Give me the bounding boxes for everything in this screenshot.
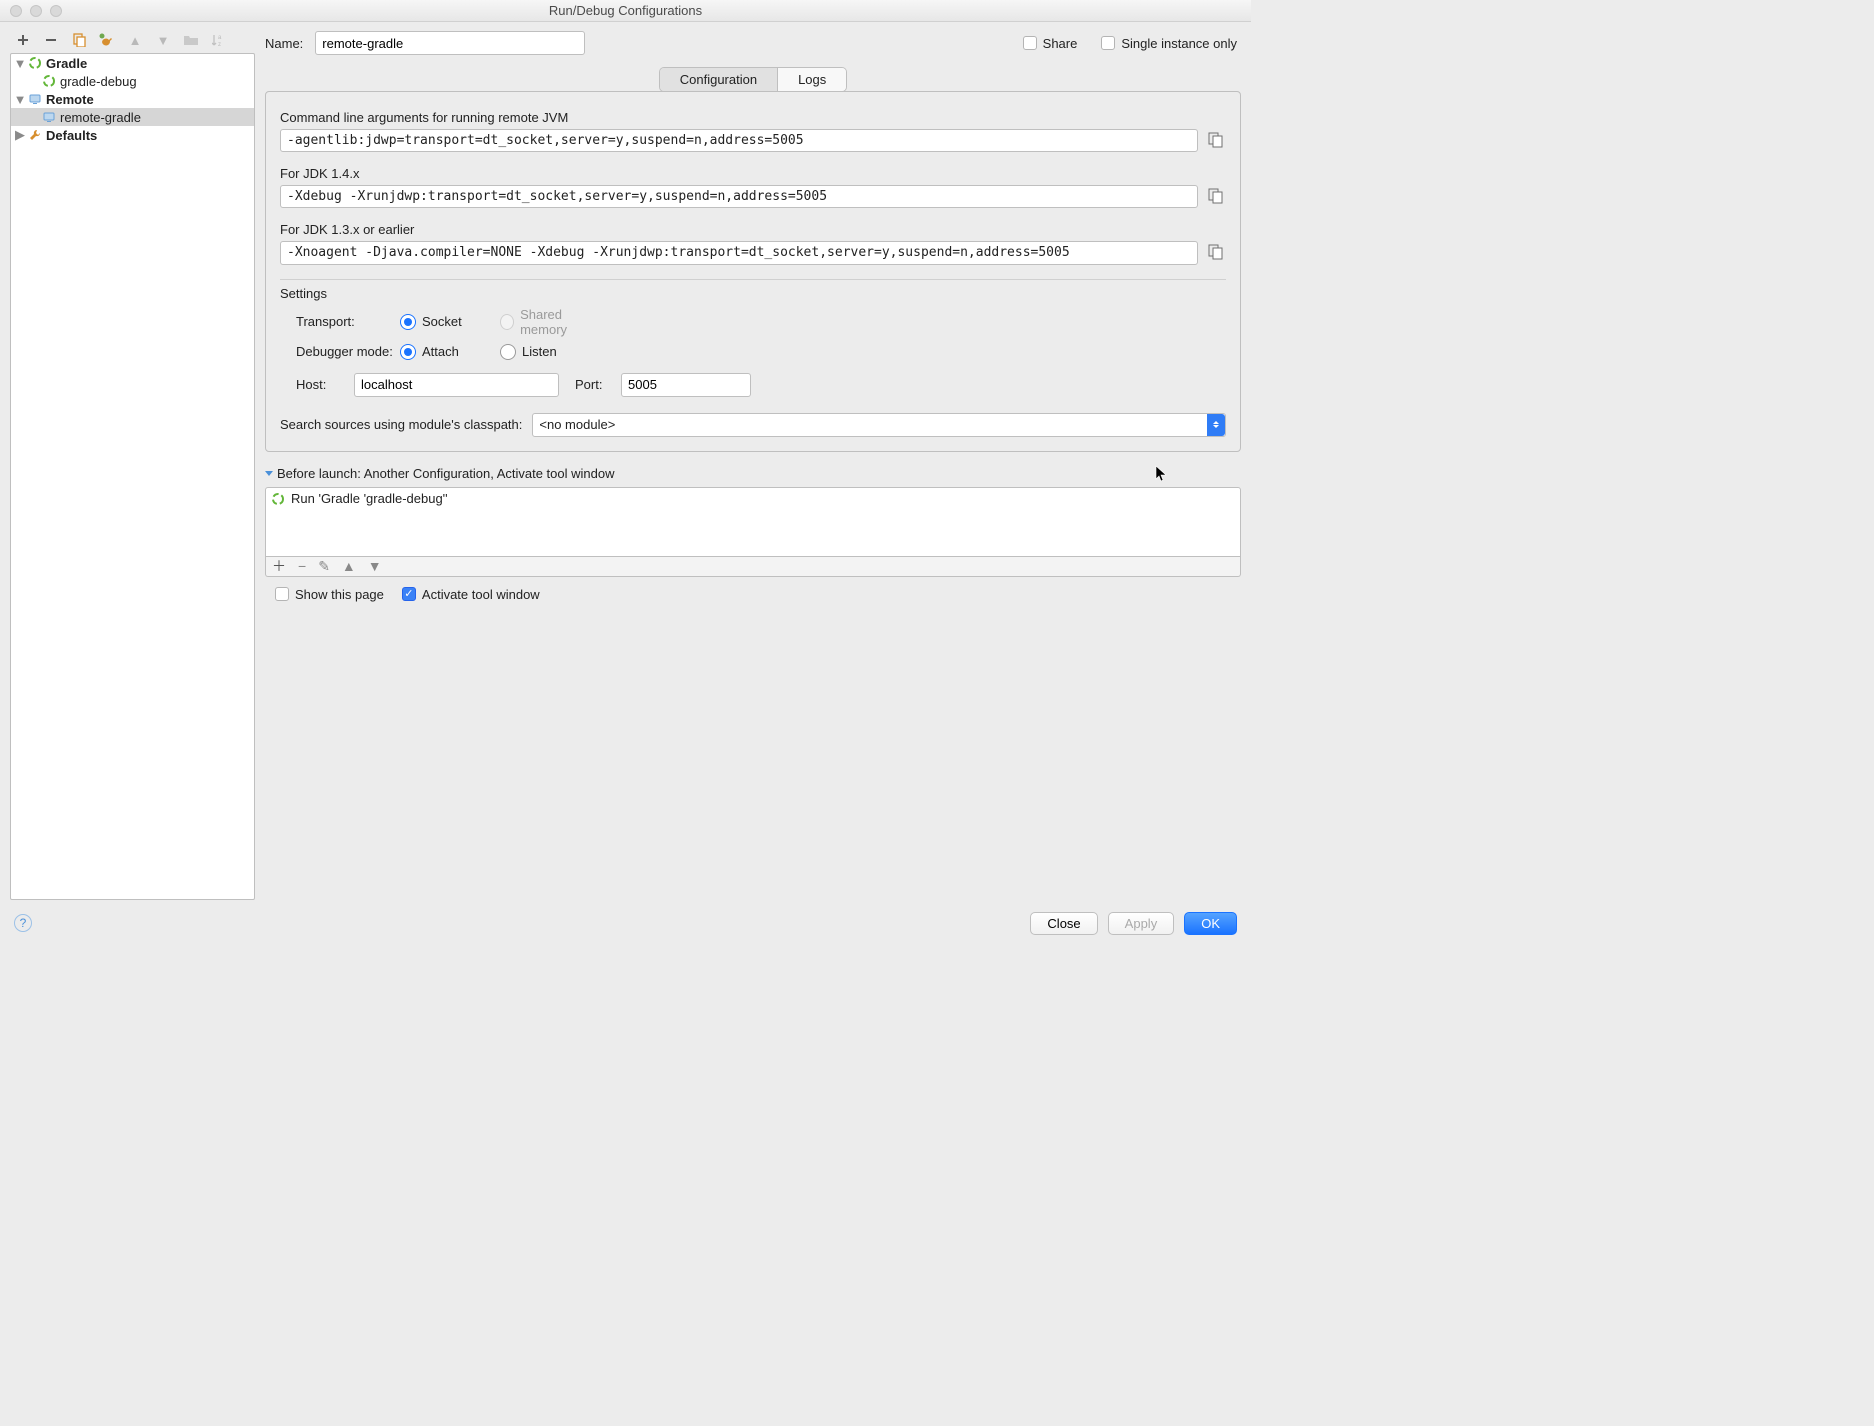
debugger-attach-radio[interactable]: Attach	[400, 344, 500, 360]
copy-icon[interactable]	[1208, 188, 1226, 206]
port-input[interactable]	[621, 373, 751, 397]
transport-shared-radio: Shared memory	[500, 307, 600, 337]
ok-button[interactable]: OK	[1184, 912, 1237, 935]
move-up-icon: ▲	[342, 558, 356, 574]
copy-icon[interactable]	[1208, 132, 1226, 150]
configuration-panel: Command line arguments for running remot…	[265, 91, 1241, 452]
tree-node-gradle[interactable]: ▼ Gradle	[11, 54, 254, 72]
tree-item-remote-gradle[interactable]: remote-gradle	[11, 108, 254, 126]
config-tree[interactable]: ▼ Gradle gradle-debug ▼ Remote remote-gr…	[10, 53, 255, 900]
apply-button: Apply	[1108, 912, 1175, 935]
remove-icon[interactable]	[42, 31, 60, 49]
debugger-mode-label: Debugger mode:	[296, 344, 400, 359]
gradle-icon	[41, 73, 57, 89]
svg-text:z: z	[218, 42, 221, 47]
tree-item-gradle-debug[interactable]: gradle-debug	[11, 72, 254, 90]
help-icon[interactable]: ?	[14, 914, 32, 932]
dialog-footer: ? Close Apply OK	[0, 900, 1251, 946]
port-label: Port:	[575, 377, 611, 392]
remote-icon	[27, 91, 43, 107]
svg-text:a: a	[218, 35, 222, 41]
move-down-icon: ▼	[368, 558, 382, 574]
host-label: Host:	[296, 377, 344, 392]
transport-label: Transport:	[296, 314, 400, 329]
chevron-down-icon[interactable]: ▼	[15, 58, 25, 68]
save-config-icon[interactable]	[98, 31, 116, 49]
cmdline-label: Command line arguments for running remot…	[280, 110, 1226, 125]
cmdline-input[interactable]: -agentlib:jdwp=transport=dt_socket,serve…	[280, 129, 1198, 152]
move-up-icon: ▲	[126, 31, 144, 49]
gradle-icon	[270, 491, 286, 507]
chevron-down-icon[interactable]: ▼	[15, 94, 25, 104]
updown-icon	[1207, 414, 1225, 436]
jdk13-label: For JDK 1.3.x or earlier	[280, 222, 1226, 237]
chevron-right-icon[interactable]: ▶	[15, 130, 25, 140]
before-launch-toolbar: ＋ − ✎ ▲ ▼	[265, 557, 1241, 577]
settings-heading: Settings	[280, 279, 1226, 301]
share-checkbox[interactable]: Share	[1023, 36, 1078, 51]
sort-icon: az	[210, 31, 228, 49]
minimize-window-icon[interactable]	[30, 5, 42, 17]
tree-node-remote[interactable]: ▼ Remote	[11, 90, 254, 108]
tab-logs[interactable]: Logs	[777, 68, 846, 91]
window-title: Run/Debug Configurations	[0, 3, 1251, 18]
debugger-listen-radio[interactable]: Listen	[500, 344, 600, 360]
copy-icon[interactable]	[70, 31, 88, 49]
window-controls	[10, 5, 62, 17]
show-this-page-checkbox[interactable]: Show this page	[275, 587, 384, 602]
titlebar: Run/Debug Configurations	[0, 0, 1251, 22]
host-input[interactable]	[354, 373, 559, 397]
name-label: Name:	[265, 36, 303, 51]
before-launch-header[interactable]: Before launch: Another Configuration, Ac…	[265, 466, 1241, 481]
list-item[interactable]: Run 'Gradle 'gradle-debug''	[270, 490, 1236, 508]
move-down-icon: ▼	[154, 31, 172, 49]
close-button[interactable]: Close	[1030, 912, 1097, 935]
sidebar-toolbar: ▲ ▼ az	[10, 27, 255, 53]
jdk14-input[interactable]: -Xdebug -Xrunjdwp:transport=dt_socket,se…	[280, 185, 1198, 208]
add-icon[interactable]	[14, 31, 32, 49]
folder-icon	[182, 31, 200, 49]
remove-icon: −	[298, 558, 306, 574]
chevron-down-icon	[265, 471, 273, 476]
tab-bar: Configuration Logs	[659, 67, 848, 92]
remote-icon	[41, 109, 57, 125]
close-window-icon[interactable]	[10, 5, 22, 17]
gradle-icon	[27, 55, 43, 71]
add-icon[interactable]: ＋	[272, 556, 286, 576]
zoom-window-icon[interactable]	[50, 5, 62, 17]
before-launch-list[interactable]: Run 'Gradle 'gradle-debug''	[265, 487, 1241, 557]
jdk14-label: For JDK 1.4.x	[280, 166, 1226, 181]
module-classpath-select[interactable]: <no module>	[532, 413, 1226, 437]
tab-configuration[interactable]: Configuration	[660, 68, 777, 91]
copy-icon[interactable]	[1208, 244, 1226, 262]
single-instance-checkbox[interactable]: Single instance only	[1101, 36, 1237, 51]
name-input[interactable]	[315, 31, 585, 55]
search-sources-label: Search sources using module's classpath:	[280, 417, 522, 432]
wrench-icon	[27, 127, 43, 143]
tree-node-defaults[interactable]: ▶ Defaults	[11, 126, 254, 144]
transport-socket-radio[interactable]: Socket	[400, 314, 500, 330]
edit-icon: ✎	[318, 558, 330, 575]
jdk13-input[interactable]: -Xnoagent -Djava.compiler=NONE -Xdebug -…	[280, 241, 1198, 265]
activate-tool-window-checkbox[interactable]: ✓Activate tool window	[402, 587, 540, 602]
